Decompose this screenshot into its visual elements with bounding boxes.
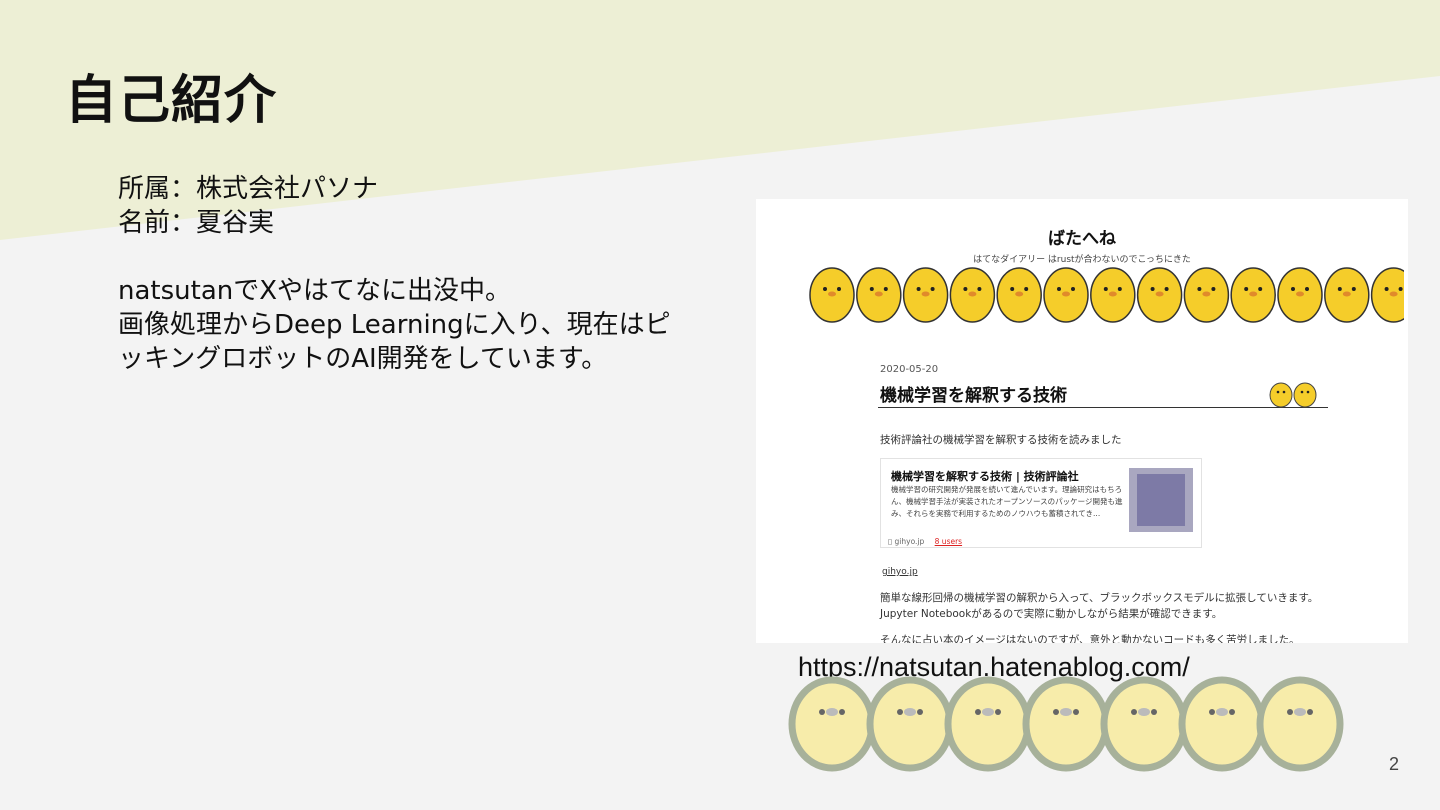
post-date: 2020-05-20 [880, 364, 939, 375]
post-title: 機械学習を解釈する技術 [880, 386, 1067, 406]
card-source-domain: gihyo.jp [894, 537, 925, 546]
post-paragraph: Jupyter Notebookがあるので実際に動かしながら結果が確認できます。 [880, 608, 1223, 620]
profile-text: 所属：株式会社パソナ 名前：夏谷実 natsutanでXやはてなに出没中。 画像… [118, 172, 671, 376]
chick-banner-image [809, 267, 1404, 323]
post-paragraph: 簡単な線形回帰の機械学習の解釈から入って、ブラックボックスモデルに拡張していきま… [880, 592, 1319, 604]
link-card[interactable]: 機械学習を解釈する技術 | 技術評論社 機械学習の研究開発が発展を続いて進んでい… [880, 458, 1202, 548]
post-paragraph: そんなに占い本のイメージはないのですが、意外と動かないコードも多く苦労しました。 [880, 634, 1300, 643]
intro-line: natsutanでXやはてなに出没中。 [118, 276, 512, 306]
post-lead: 技術評論社の機械学習を解釈する技術を読みました [880, 434, 1122, 446]
intro-line: ッキングロボットのAI開発をしています。 [118, 344, 608, 374]
slide-title: 自己紹介 [65, 71, 278, 131]
publisher-link[interactable]: gihyo.jp [882, 567, 918, 577]
bookmark-count-link[interactable]: 8 users [935, 537, 962, 546]
card-source: ▯ gihyo.jp 8 users [888, 537, 962, 546]
blog-title: ばたへね [1048, 229, 1116, 249]
blog-screenshot: ばたへね はてなダイアリー はrustが合わないのでこっちにきた 2020-05… [756, 199, 1408, 643]
card-title: 機械学習を解釈する技術 | 技術評論社 [891, 470, 1079, 483]
name-line: 名前：夏谷実 [118, 208, 275, 238]
affiliation-line: 所属：株式会社パソナ [118, 174, 379, 204]
book-thumbnail [1129, 468, 1193, 532]
intro-line: 画像処理からDeep Learningに入り、現在はピ [118, 310, 671, 340]
decorative-chicks-image [788, 676, 1344, 772]
mini-chicks-image [1269, 382, 1317, 408]
favicon-icon: ▯ [888, 537, 893, 546]
page-number: 2 [1389, 754, 1400, 774]
divider [878, 407, 1328, 408]
card-description: 機械学習の研究開発が発展を続いて進んでいます。理論研究はもちろん、機械学習手法が… [891, 485, 1123, 518]
